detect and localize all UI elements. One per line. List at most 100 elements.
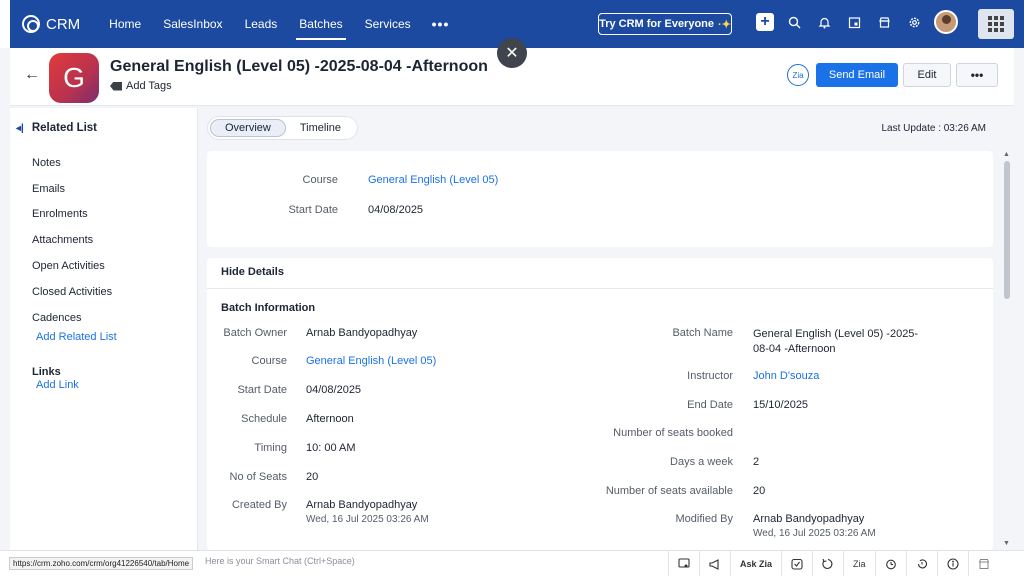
hide-details-toggle[interactable]: Hide Details [221,266,284,278]
bottom-icon-group: Ask Zia Zia [668,551,999,576]
window-edge [0,0,10,48]
nav-item-leads[interactable]: Leads [234,0,289,48]
check-calendar-icon[interactable] [781,551,812,576]
chat-icon[interactable] [668,551,699,576]
field-label: Schedule [241,413,287,425]
sparkle-icon: ·✦ [718,18,731,31]
field-label: No of Seats [229,471,287,483]
related-list-sidebar: ◂| Related List Notes Emails Enrolments … [10,108,198,550]
field-value: Arnab Bandyopadhyay [753,513,865,525]
accessibility-icon[interactable] [936,551,968,576]
modified-timestamp: Wed, 16 Jul 2025 03:26 AM [753,528,876,539]
sidebar-item-enrolments[interactable]: Enrolments [32,202,112,228]
course-link[interactable]: General English (Level 05) [306,355,436,367]
zia-icon[interactable]: Zia [843,551,875,576]
status-url: https://crm.zoho.com/crm/org41226540/tab… [9,557,194,570]
field-label: Instructor [687,370,733,382]
megaphone-icon[interactable] [699,551,730,576]
instructor-link[interactable]: John D'souza [753,370,819,382]
field-label: End Date [687,399,733,411]
field-label: Course [251,355,287,367]
try-crm-button[interactable]: Try CRM for Everyone ·✦ [598,13,732,35]
field-label: Start Date [288,204,338,216]
links-header: Links [32,366,61,378]
scroll-down-icon[interactable]: ▼ [1003,540,1010,547]
field-label: Timing [254,442,287,454]
summary-course-row: Course General English (Level 05) [207,174,499,186]
crm-logo[interactable]: CRM [22,15,80,33]
marketplace-icon[interactable] [874,12,894,32]
bottom-bar: https://crm.zoho.com/crm/org41226540/tab… [0,550,1024,576]
add-link[interactable]: Add Link [36,379,79,391]
gear-icon[interactable] [904,12,924,32]
sidebar-item-emails[interactable]: Emails [32,176,112,202]
add-tags-label: Add Tags [126,80,172,92]
nav-item-home[interactable]: Home [98,0,152,48]
alarm-clock-icon[interactable] [874,551,906,576]
record-title: General English (Level 05) -2025-08-04 -… [110,58,488,75]
summary-course-link[interactable]: General English (Level 05) [368,174,498,186]
scroll-up-icon[interactable]: ▲ [1003,151,1010,158]
sidebar-item-notes[interactable]: Notes [32,150,112,176]
field-value: Afternoon [306,413,354,425]
field-value: 15/10/2025 [753,399,809,411]
field-label: Batch Name [672,327,733,339]
field-label: Created By [231,499,287,511]
related-list-title: Related List [31,122,98,134]
field-value: 2 [753,456,760,468]
scroll-thumb[interactable] [1004,161,1010,299]
store-icon[interactable] [967,551,999,576]
add-tags-link[interactable]: Add Tags [110,80,172,92]
tab-timeline[interactable]: Timeline [286,119,355,137]
section-title: Batch Information [221,302,316,314]
smart-chat-input[interactable]: Here is your Smart Chat (Ctrl+Space) [205,556,355,566]
crm-logo-icon [22,15,40,33]
sidebar-item-cadences[interactable]: Cadences [32,305,112,331]
back-arrow-icon[interactable]: ← [24,66,40,84]
summary-start-value: 04/08/2025 [368,204,424,216]
tab-overview[interactable]: Overview [210,119,286,137]
nav-item-batches[interactable]: Batches [288,0,353,48]
last-update-text: Last Update : 03:26 AM [881,123,986,134]
user-avatar[interactable] [934,10,958,34]
field-label: Number of seats booked [613,427,733,439]
edit-button[interactable]: Edit [903,63,951,87]
add-related-list-link[interactable]: Add Related List [36,331,117,343]
created-timestamp: Wed, 16 Jul 2025 03:26 AM [306,514,429,525]
field-value: General English (Level 05) -2025-08-04 -… [753,328,919,355]
close-icon[interactable]: ✕ [497,38,527,68]
app-launcher-grid-icon[interactable] [978,9,1014,39]
nav-more-button[interactable]: ••• [422,16,460,32]
top-icon-group: + [756,10,958,34]
sidebar-item-closed-activities[interactable]: Closed Activities [32,279,112,305]
calendar-icon[interactable] [844,12,864,32]
rotate-icon[interactable] [812,551,843,576]
field-label: Course [302,174,338,186]
field-label: Batch Owner [223,327,287,339]
summary-start-row: Start Date 04/08/2025 [207,204,423,216]
nav-item-salesinbox[interactable]: SalesInbox [152,0,233,48]
search-icon[interactable] [784,12,804,32]
more-actions-button[interactable]: ••• [956,63,998,87]
nav-item-services[interactable]: Services [354,0,422,48]
sidebar-item-open-activities[interactable]: Open Activities [32,253,112,279]
collapse-sidebar-icon[interactable]: ◂| [16,123,24,134]
app-name: CRM [46,15,81,33]
send-email-button[interactable]: Send Email [816,63,898,87]
ask-zia-button[interactable]: Ask Zia [730,551,781,576]
field-value: Arnab Bandyopadhyay [306,499,418,511]
bell-icon[interactable] [814,12,834,32]
related-list-header: ◂| Related List [16,122,97,134]
related-list-items: Notes Emails Enrolments Attachments Open… [32,150,112,331]
main-nav: Home SalesInbox Leads Batches Services •… [98,0,459,48]
tag-icon [110,81,122,91]
zia-icon[interactable]: Zia [787,64,809,86]
field-value: 10: 00 AM [306,442,356,454]
create-plus-icon[interactable]: + [756,13,774,31]
sidebar-item-attachments[interactable]: Attachments [32,227,112,253]
field-label: Days a week [670,456,733,468]
field-value: 20 [753,485,766,497]
history-icon[interactable] [905,551,937,576]
field-label: Number of seats available [605,485,733,497]
vertical-scrollbar[interactable]: ▲ ▼ [1003,151,1011,547]
